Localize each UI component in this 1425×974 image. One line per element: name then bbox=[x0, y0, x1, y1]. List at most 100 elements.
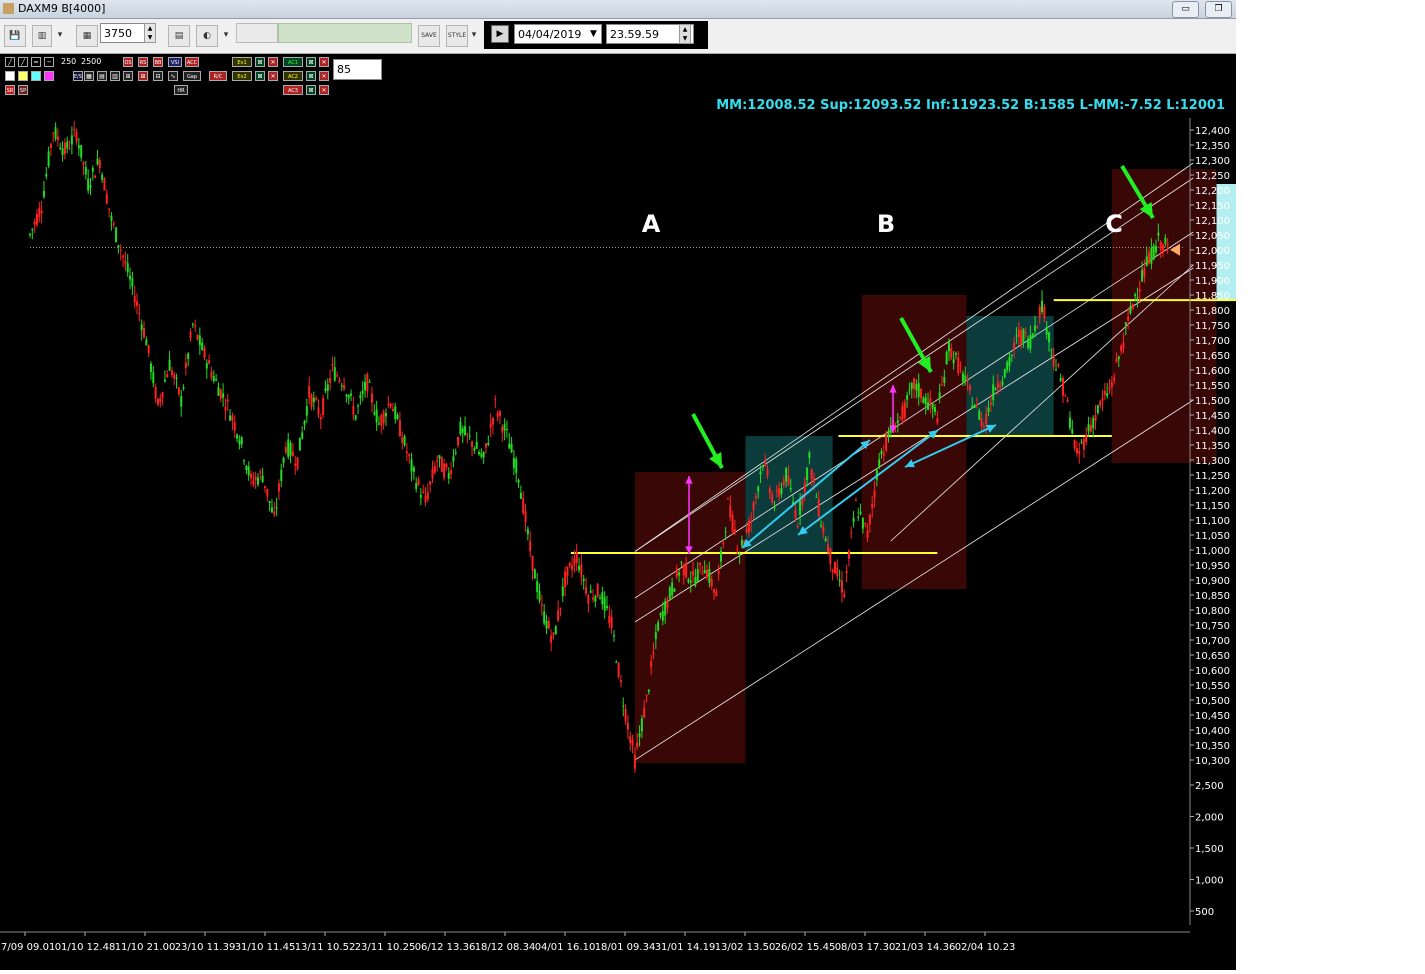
symbol-field[interactable] bbox=[236, 23, 278, 43]
candle-body bbox=[1015, 335, 1018, 337]
candle-body bbox=[391, 409, 394, 412]
restore-icon[interactable]: ▭ bbox=[1172, 1, 1199, 18]
indicator-ev1-button[interactable]: Ev1 bbox=[232, 57, 252, 67]
color-swatch-white[interactable] bbox=[5, 71, 15, 81]
candle-body bbox=[615, 662, 618, 664]
close-icon[interactable]: ✕ bbox=[319, 85, 329, 95]
candle-body bbox=[508, 443, 511, 449]
chevron-down-icon[interactable]: ▾ bbox=[220, 25, 232, 45]
indicator-acc-button[interactable]: ACC bbox=[185, 57, 199, 67]
grid-icon[interactable]: ▦ bbox=[84, 71, 94, 81]
indicator-hr-button[interactable]: HR bbox=[174, 85, 188, 95]
right-blank-panel bbox=[1236, 0, 1425, 970]
indicator-icon[interactable]: ⊞ bbox=[123, 71, 133, 81]
indicator-rs-button[interactable]: RS bbox=[138, 57, 148, 67]
candle-body bbox=[478, 452, 481, 455]
y-tick-label: 10,400 bbox=[1195, 726, 1230, 737]
toggle-icon[interactable]: ⊠ bbox=[306, 71, 316, 81]
grid-icon[interactable]: ▤ bbox=[97, 71, 107, 81]
indicator-rc-button[interactable]: R/C bbox=[209, 71, 227, 81]
indicator-sr-button[interactable]: SR bbox=[5, 85, 15, 95]
period-input[interactable]: 85 bbox=[333, 59, 382, 80]
candle-body bbox=[145, 339, 148, 346]
y-tick-label: 11,650 bbox=[1195, 351, 1230, 362]
hline-tool-icon[interactable]: ═ bbox=[31, 57, 41, 67]
bars-count-input[interactable]: 3750 bbox=[100, 23, 146, 43]
candle-body bbox=[177, 387, 180, 395]
indicator-es-button[interactable]: E/S bbox=[73, 71, 83, 81]
time-stepper[interactable]: ▲ ▼ bbox=[679, 24, 691, 44]
candle-body bbox=[273, 511, 276, 515]
candle-body bbox=[338, 379, 341, 382]
candle-body bbox=[843, 593, 846, 598]
toggle-icon[interactable]: ⊠ bbox=[306, 85, 316, 95]
line-tool-icon[interactable]: ╱ bbox=[5, 57, 15, 67]
chevron-down-icon[interactable]: ▾ bbox=[468, 25, 480, 45]
chart-area[interactable]: A B C MM:12008.52 Sup:12093.52 Inf:11923.52… bbox=[0, 54, 1290, 970]
indicator-gap-button[interactable]: Gap bbox=[183, 71, 201, 81]
candle-body bbox=[985, 413, 988, 424]
close-icon[interactable]: ✕ bbox=[268, 71, 278, 81]
candle-body bbox=[226, 399, 229, 402]
candle-body bbox=[503, 424, 506, 431]
close-icon[interactable]: ✕ bbox=[268, 57, 278, 67]
bars-count-stepper[interactable]: ▲ ▼ bbox=[144, 23, 156, 43]
save-icon[interactable]: 💾 bbox=[4, 25, 26, 47]
hline-tool-icon[interactable]: ─ bbox=[44, 57, 54, 67]
compare-icon[interactable]: ◐ bbox=[196, 25, 218, 47]
candle-body bbox=[815, 496, 818, 498]
candle-body bbox=[554, 626, 557, 635]
chevron-down-icon[interactable]: ▼ bbox=[590, 29, 597, 39]
candle-body bbox=[719, 550, 722, 562]
play-icon[interactable]: ▶ bbox=[491, 25, 509, 43]
candle-body bbox=[643, 707, 646, 718]
save-button[interactable]: SAVE bbox=[418, 25, 440, 47]
candle-body bbox=[1080, 441, 1083, 443]
color-swatch-magenta[interactable] bbox=[44, 71, 54, 81]
candle-body bbox=[1024, 332, 1027, 334]
wave-icon[interactable]: ∿ bbox=[168, 71, 178, 81]
indicator-ev2-button[interactable]: Ev2 bbox=[232, 71, 252, 81]
toggle-icon[interactable]: ⊠ bbox=[255, 71, 265, 81]
candle-body bbox=[110, 215, 113, 221]
candle-body bbox=[515, 458, 518, 473]
maximize-icon[interactable]: ❐ bbox=[1205, 1, 1232, 18]
price-chart[interactable]: A B C MM:12008.52 Sup:12093.52 Inf:11923.52… bbox=[0, 54, 1290, 970]
toggle-icon[interactable]: ⊠ bbox=[255, 57, 265, 67]
chevron-down-icon[interactable]: ▾ bbox=[54, 25, 66, 45]
indicator-icon[interactable]: ⊞ bbox=[138, 71, 148, 81]
indicator-sp-button[interactable]: SP bbox=[18, 85, 28, 95]
candle-body bbox=[724, 531, 727, 533]
candle-body bbox=[808, 452, 811, 459]
color-swatch-cyan[interactable] bbox=[31, 71, 41, 81]
style-button[interactable]: STYLE bbox=[446, 25, 468, 47]
line-tool-icon[interactable]: ╱ bbox=[18, 57, 28, 67]
toggle-icon[interactable]: ⊠ bbox=[306, 57, 316, 67]
close-icon[interactable]: ✕ bbox=[319, 71, 329, 81]
date-input[interactable]: 04/04/2019 bbox=[514, 24, 602, 44]
y-tick-label: 12,150 bbox=[1195, 201, 1230, 212]
indicator-ac2-button[interactable]: AC2 bbox=[283, 71, 303, 81]
color-swatch-yellow[interactable] bbox=[18, 71, 28, 81]
indicator-bb-button[interactable]: BB bbox=[153, 57, 163, 67]
chart-type-icon[interactable]: ▥ bbox=[32, 25, 52, 47]
candle-body bbox=[936, 418, 939, 423]
candle-body bbox=[336, 375, 339, 377]
calculator-icon[interactable]: ▦ bbox=[76, 25, 98, 47]
y-tick-label: 12,350 bbox=[1195, 141, 1230, 152]
candle-body bbox=[908, 390, 911, 392]
candle-body bbox=[182, 387, 185, 390]
close-icon[interactable]: ✕ bbox=[319, 57, 329, 67]
indicator-icon[interactable]: ▤ bbox=[168, 25, 190, 47]
grid-icon[interactable]: ▥ bbox=[110, 71, 120, 81]
x-tick-label: 13/11 10.52 bbox=[295, 942, 356, 953]
indicator-os-button[interactable]: OS bbox=[123, 57, 133, 67]
indicator-vsi-button[interactable]: VSI bbox=[168, 57, 182, 67]
indicator-ac3-button[interactable]: AC3 bbox=[283, 85, 303, 95]
candle-body bbox=[596, 584, 599, 597]
candle-body bbox=[671, 582, 674, 596]
indicator-ac1-button[interactable]: AC1 bbox=[283, 57, 303, 67]
candle-body bbox=[257, 477, 259, 485]
indicator-icon[interactable]: ⊟ bbox=[153, 71, 163, 81]
candle-body bbox=[333, 367, 336, 381]
